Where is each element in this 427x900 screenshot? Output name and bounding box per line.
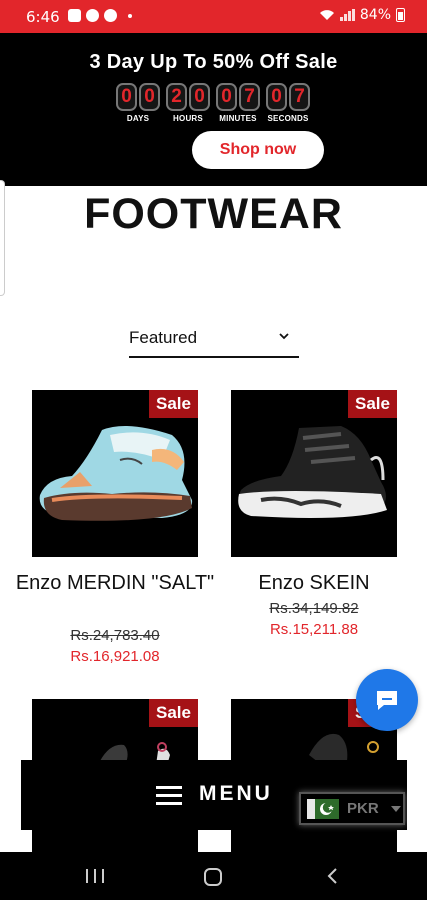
countdown-label: DAYS	[126, 114, 150, 123]
system-nav-bar	[0, 852, 427, 900]
currency-selector[interactable]: PKR	[299, 792, 405, 825]
battery-percent: 84%	[359, 7, 391, 23]
promo-title: 3 Day Up To 50% Off Sale	[89, 51, 338, 73]
wifi-icon	[319, 10, 334, 20]
product-image[interactable]: Sale	[32, 390, 198, 557]
countdown-digit: 0	[216, 83, 237, 111]
status-time: 6:46	[26, 8, 60, 26]
pakistan-flag-icon	[307, 798, 339, 819]
countdown-label: HOURS	[173, 114, 203, 123]
status-bar: 6:46 84%	[0, 0, 427, 33]
back-icon[interactable]	[326, 868, 340, 884]
sale-badge: Sale	[149, 699, 198, 727]
chat-bubble-icon	[377, 691, 397, 710]
countdown-hours: 2 0 HOURS	[166, 83, 210, 123]
currency-code: PKR	[347, 800, 379, 817]
gallery-notification-icon	[68, 9, 81, 22]
countdown-digit: 7	[239, 83, 260, 111]
page-title: FOOTWEAR	[84, 190, 343, 238]
product-price-sale: Rs.15,211.88	[269, 621, 359, 638]
product-price-original: Rs.24,783.40	[70, 627, 160, 644]
countdown-digit: 0	[189, 83, 210, 111]
sort-selected-value: Featured	[129, 328, 198, 347]
product-price-original: Rs.34,149.82	[269, 600, 359, 617]
sale-badge: Sale	[348, 390, 397, 418]
product-name[interactable]: Enzo SKEIN	[211, 570, 417, 596]
notification-icons	[68, 9, 132, 22]
recent-apps-icon[interactable]	[86, 869, 104, 883]
more-notifications-dot	[128, 13, 132, 18]
countdown-digit: 0	[139, 83, 160, 111]
countdown-digit: 0	[116, 83, 137, 111]
countdown-days: 0 0 DAYS	[116, 83, 160, 123]
hamburger-icon[interactable]	[156, 785, 182, 805]
product-image[interactable]: Sale	[231, 390, 397, 557]
status-indicators: 84%	[319, 7, 405, 23]
countdown-minutes: 0 7 MINUTES	[216, 83, 260, 123]
countdown-digit: 2	[166, 83, 187, 111]
sort-dropdown[interactable]: Featured	[129, 322, 299, 358]
promo-banner: 3 Day Up To 50% Off Sale 0 0 DAYS 2 0 HO…	[0, 33, 427, 186]
countdown-digit: 7	[289, 83, 310, 111]
battery-icon	[396, 8, 405, 22]
signal-icon	[339, 9, 355, 21]
app-notification-icon	[86, 9, 99, 22]
whatsapp-notification-icon	[104, 9, 117, 22]
shop-now-button[interactable]: Shop now	[192, 131, 324, 169]
product-price-sale: Rs.16,921.08	[70, 648, 160, 665]
product-card[interactable]: Sale Enzo SKEIN Rs.34,149.82 Rs.15,211.8…	[231, 390, 397, 660]
countdown-digit: 0	[266, 83, 287, 111]
sale-badge: Sale	[149, 390, 198, 418]
product-card[interactable]: Sale Enzo MERDIN "SALT" Rs.24,783.40 Rs.…	[16, 390, 214, 680]
countdown-label: SECONDS	[267, 114, 309, 123]
countdown-label: MINUTES	[219, 114, 257, 123]
caret-down-icon	[390, 805, 401, 812]
menu-bar[interactable]: MENU PKR	[21, 760, 407, 830]
countdown-timer: 0 0 DAYS 2 0 HOURS 0 7 MINUTES 0 7 SECON…	[116, 83, 310, 123]
product-name[interactable]: Enzo MERDIN "SALT"	[12, 570, 218, 596]
countdown-seconds: 0 7 SECONDS	[266, 83, 310, 123]
home-icon[interactable]	[204, 868, 222, 886]
menu-label[interactable]: MENU	[199, 782, 273, 806]
chat-button[interactable]	[356, 669, 418, 731]
chevron-down-icon	[279, 333, 289, 340]
